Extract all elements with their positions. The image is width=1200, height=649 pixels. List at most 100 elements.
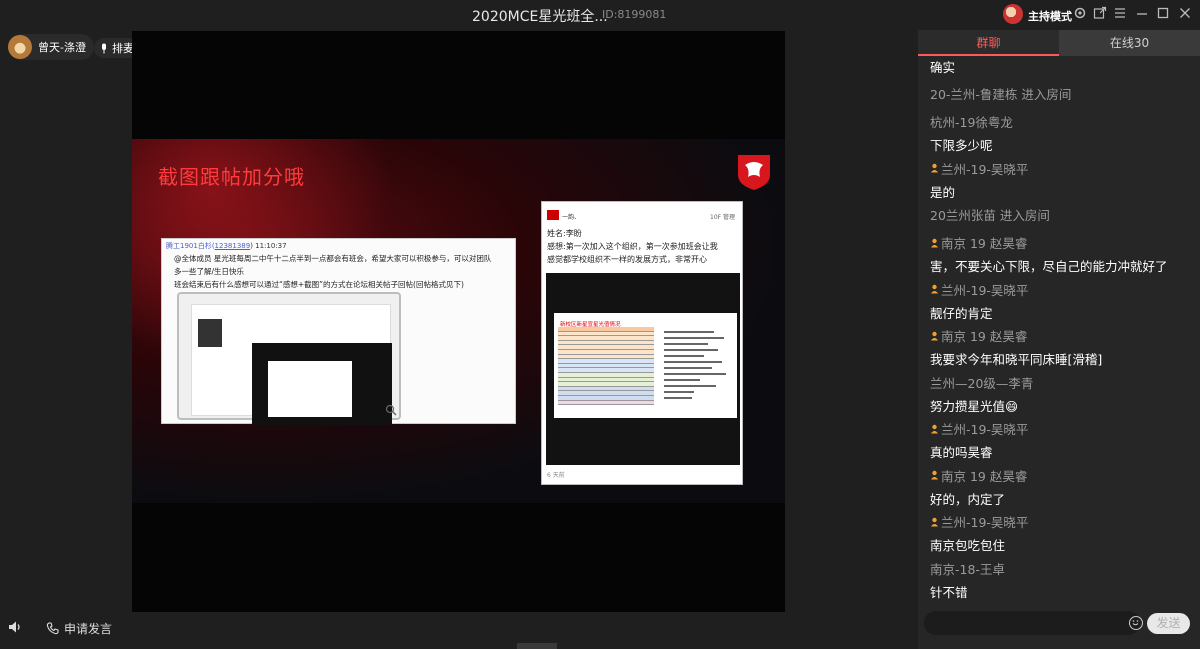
admin-badge-icon [931, 238, 938, 247]
menu-icon[interactable] [1112, 6, 1128, 22]
apply-speak-button[interactable]: 申请发言 [46, 619, 112, 637]
apply-speak-label: 申请发言 [64, 621, 113, 636]
shot1-forum-post [191, 304, 392, 425]
shared-screen: 截图跟帖加分哦 腾工1901白杉(12381389) 11:10:37 @全体成… [132, 31, 785, 612]
admin-badge-icon [931, 331, 938, 340]
title-bar: 2020MCE星光班全... ID:8199081 主持模式 [0, 0, 1200, 30]
emoji-icon[interactable] [1129, 616, 1143, 630]
bottom-drag-handle[interactable] [517, 643, 557, 649]
maximize-icon[interactable] [1155, 6, 1171, 22]
shot1-time: ) 11:10:37 [250, 242, 287, 250]
chat-message: 兰州—20级—李青 努力攒星光值😄 [930, 373, 1192, 415]
popout-icon[interactable] [1092, 6, 1108, 22]
chat-system-notice: 20兰州张苗 进入房间 [930, 208, 1050, 223]
chat-sender[interactable]: 兰州-19-吴晓平 [930, 280, 1192, 299]
shot1-profile-pic [198, 319, 222, 347]
speaker-icon [9, 621, 20, 633]
chat-message: 南京 19 赵昊睿好的，内定了 [930, 466, 1192, 508]
chat-sender-name: 南京-18-王卓 [930, 561, 1005, 577]
chat-message-text: 靓仔的肯定 [930, 305, 993, 321]
chat-sender[interactable]: 南京-18-王卓 [930, 559, 1192, 578]
shot1-qq: 12381389 [214, 242, 251, 250]
chat-system-notice: 20-兰州-鲁建栋 进入房间 [930, 87, 1072, 102]
host-mode-label[interactable]: 主持模式 [1028, 8, 1072, 24]
chat-message: 兰州-19-吴晓平靓仔的肯定 [930, 280, 1192, 322]
chat-message-text: 是的 [930, 184, 956, 200]
msi-dragon-logo [738, 155, 770, 190]
shot1-line: @全体成员 星光班每周二中午十二点半到一点都会有班会，希望大家可以积极参与，可以… [174, 254, 492, 263]
shot2-user: 一韵、 [562, 214, 581, 221]
chat-sender[interactable]: 兰州-19-吴晓平 [930, 419, 1192, 438]
shot2-avatar [547, 210, 559, 220]
chat-message: 兰州-19-吴晓平南京包吃包住 [930, 512, 1192, 554]
tab-group-chat[interactable]: 群聊 [918, 30, 1059, 56]
shot1-line: 多一些了解/生日快乐 [174, 267, 245, 276]
chat-sender-name: 兰州-19-吴晓平 [941, 515, 1029, 530]
chat-sender[interactable]: 杭州-19徐粤龙 [930, 112, 1192, 131]
send-button[interactable]: 发送 [1147, 613, 1190, 634]
chat-message-text: 下限多少呢 [930, 138, 993, 153]
admin-badge-icon [931, 424, 938, 433]
shot1-example-image [177, 292, 401, 425]
tab-online[interactable]: 在线30 [1059, 30, 1200, 56]
reply-screenshot: 一韵、 10F 管理 姓名:李盼 感想:第一次加入这个组织，第一次参加班会让我 … [541, 201, 743, 485]
admin-badge-icon [931, 163, 938, 173]
chat-message-text: 努力攒星光值😄 [930, 398, 1019, 414]
chat-message-text: 好的，内定了 [930, 491, 1006, 507]
user-avatar [8, 35, 32, 59]
room-id: ID:8199081 [602, 8, 667, 21]
chat-message-text: 我要求今年和晓平同床睡[滑稽] [930, 352, 1103, 367]
chat-sender-name: 南京 19 赵昊睿 [941, 236, 1028, 251]
chat-message-text: 确实 [930, 60, 956, 75]
slide-title: 截图跟帖加分哦 [158, 165, 305, 189]
chat-sender[interactable]: 南京 19 赵昊睿 [930, 326, 1192, 345]
settings-icon[interactable] [1072, 6, 1088, 22]
shot2-line: 感想:第一次加入这个组织，第一次参加班会让我 [547, 242, 718, 251]
volume-button[interactable] [8, 620, 24, 636]
app-window: 2020MCE星光班全... ID:8199081 主持模式 曾天-涤澄 排麦 [0, 0, 1200, 649]
forum-screenshot: 腾工1901白杉(12381389) 11:10:37 @全体成员 星光班每周二… [161, 238, 516, 425]
chat-sender[interactable]: 南京 19 赵昊睿 [930, 233, 1192, 252]
shot2-line: 感觉都学校组织不一样的发展方式，非常开心 [547, 255, 707, 264]
admin-badge-icon [931, 470, 938, 480]
window-title: 2020MCE星光班全... [472, 9, 608, 25]
chat-tabs: 群聊 在线30 [918, 30, 1200, 56]
chat-message: 南京 19 赵昊睿我要求今年和晓平同床睡[滑稽] [930, 326, 1192, 368]
chat-message-text: 针不错 [930, 584, 968, 600]
chat-sender[interactable]: 兰州-19-吴晓平 [930, 159, 1192, 178]
minimize-icon[interactable] [1134, 6, 1150, 22]
chat-sender-name: 兰州-19-吴晓平 [941, 161, 1029, 177]
shot1-inner-screenshot [252, 343, 392, 425]
shot2-mini-table [558, 327, 654, 411]
chat-panel: 群聊 在线30 确实 20-兰州-鲁建栋 进入房间杭州-19徐粤龙下限多少呢兰州-… [918, 30, 1200, 649]
shot1-line: 班会结束后有什么感想可以通过“感想+截图”的方式在论坛相关帖子回帖(回帖格式见下… [174, 280, 464, 289]
chat-message-text: 南京包吃包住 [930, 538, 1006, 553]
chat-message: 兰州-19-吴晓平是的 [930, 159, 1192, 201]
queue-mic-label: 排麦 [112, 42, 134, 55]
chat-message-text: 真的吗昊睿 [930, 445, 993, 460]
shot1-header: 腾工1901白杉(12381389) 11:10:37 [166, 241, 287, 251]
chat-sender[interactable]: 兰州—20级—李青 [930, 373, 1192, 392]
user-chip[interactable]: 曾天-涤澄 [8, 34, 94, 60]
close-icon[interactable] [1177, 6, 1193, 22]
chat-sender-name: 南京 19 赵昊睿 [941, 329, 1028, 344]
chat-sender[interactable]: 兰州-19-吴晓平 [930, 512, 1192, 531]
chat-sender-name: 兰州—20级—李青 [930, 375, 1034, 391]
chat-messages: 确实 20-兰州-鲁建栋 进入房间 杭州-19徐粤龙 下限多少呢 兰州-19-吴晓平 是的… [918, 57, 1200, 635]
shot2-time: 6 天前 [547, 472, 565, 479]
host-avatar[interactable] [1003, 4, 1023, 24]
chat-sender-name: 南京 19 赵昊睿 [941, 468, 1028, 484]
shot1-author: 腾工1901白杉( [166, 242, 215, 250]
zoom-icon [385, 404, 397, 416]
shot2-line: 姓名:李盼 [547, 229, 582, 238]
chat-sender[interactable]: 南京 19 赵昊睿 [930, 466, 1192, 485]
chat-message: 杭州-19徐粤龙下限多少呢 [930, 112, 1192, 154]
slide: 截图跟帖加分哦 腾工1901白杉(12381389) 11:10:37 @全体成… [132, 139, 785, 503]
mic-icon [102, 43, 106, 53]
chat-input[interactable] [924, 611, 1140, 635]
shot2-meeting-screenshot: 新校区新星宣星光值情况 [546, 273, 740, 465]
shot2-mini-bullets [658, 327, 732, 413]
chat-sender-name: 兰州-19-吴晓平 [941, 282, 1029, 298]
chat-message: 兰州-19-吴晓平真的吗昊睿 [930, 419, 1192, 461]
shot2-actions: 10F 管理 [710, 214, 735, 221]
